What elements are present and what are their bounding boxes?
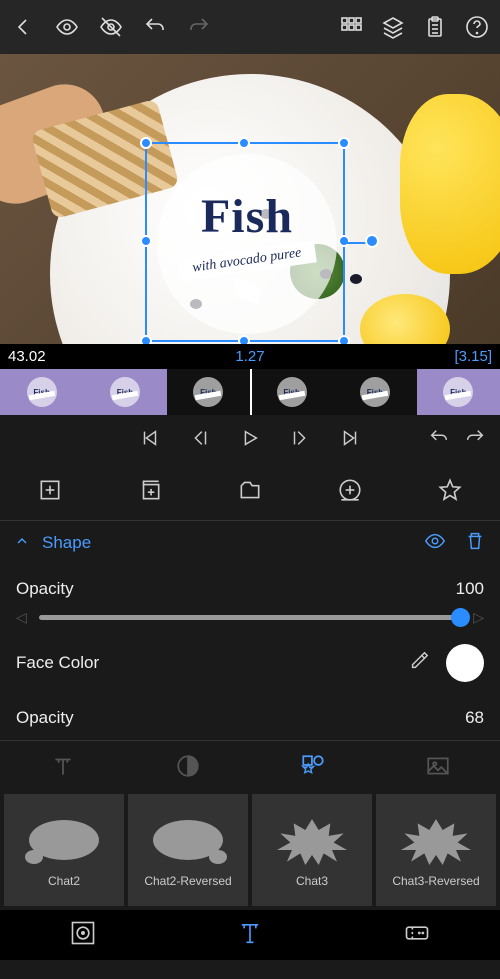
shape-section-header[interactable]: Shape (0, 521, 500, 565)
overlay-subtitle: with avocado puree (177, 240, 317, 281)
add-stack-button[interactable] (137, 477, 163, 508)
redo-small-button[interactable] (464, 427, 486, 454)
skip-start-button[interactable] (139, 427, 161, 454)
eyedropper-button[interactable] (408, 650, 430, 677)
layers-icon[interactable] (380, 14, 406, 40)
text-tool[interactable] (236, 919, 264, 952)
image-tab[interactable] (375, 741, 500, 790)
ticket-tool[interactable] (403, 919, 431, 952)
shapes-tab[interactable] (250, 741, 375, 790)
grid-icon[interactable] (338, 14, 364, 40)
face-opacity-value: 68 (465, 708, 484, 728)
folder-button[interactable] (237, 477, 263, 508)
frame-back-button[interactable] (189, 427, 211, 454)
opacity-slider[interactable] (39, 615, 461, 620)
property-tabs (0, 740, 500, 790)
preview-canvas[interactable]: Fish with avocado puree (0, 54, 500, 344)
contrast-tab[interactable] (125, 741, 250, 790)
bottom-nav (0, 910, 500, 960)
opacity-row: Opacity 100 ◁ ▷ (0, 565, 500, 632)
color-swatch[interactable] (446, 644, 484, 682)
top-toolbar (0, 0, 500, 54)
opacity-label: Opacity (16, 579, 74, 599)
face-color-label: Face Color (16, 653, 99, 673)
resize-handle-bl[interactable] (140, 335, 152, 344)
timeline[interactable]: Fish Fish Fish Fish Fish Fish (0, 369, 500, 415)
add-button[interactable] (37, 477, 63, 508)
resize-handle-br[interactable] (338, 335, 350, 344)
slider-thumb[interactable] (451, 608, 470, 627)
visibility-toggle[interactable] (424, 530, 446, 557)
star-button[interactable] (437, 477, 463, 508)
undo-small-button[interactable] (428, 427, 450, 454)
shape-label: Chat3 (296, 874, 328, 888)
clipboard-icon[interactable] (422, 14, 448, 40)
section-title: Shape (42, 533, 91, 553)
playback-controls (0, 415, 500, 465)
delete-button[interactable] (464, 530, 486, 557)
timeline-clip[interactable]: Fish (167, 369, 250, 415)
shape-label: Chat2 (48, 874, 80, 888)
frame-forward-button[interactable] (289, 427, 311, 454)
shape-overlay[interactable]: Fish with avocado puree (157, 154, 337, 334)
chevron-up-icon (14, 533, 30, 554)
add-circle-button[interactable] (337, 477, 363, 508)
help-icon[interactable] (464, 14, 490, 40)
resize-handle-ml[interactable] (140, 235, 152, 247)
timeline-clip[interactable]: Fish (333, 369, 416, 415)
rotate-line (343, 242, 367, 244)
slider-decrease[interactable]: ◁ (16, 609, 27, 626)
face-opacity-label: Opacity (16, 708, 74, 728)
timeline-clip[interactable]: Fish (250, 369, 333, 415)
timeline-clip[interactable]: Fish (417, 369, 500, 415)
timecode-current: 1.27 (235, 348, 264, 365)
resize-handle-mr[interactable] (338, 235, 350, 247)
resize-handle-tl[interactable] (140, 137, 152, 149)
selection-box[interactable]: Fish with avocado puree (145, 142, 345, 342)
target-tool[interactable] (69, 919, 97, 952)
undo-button[interactable] (142, 14, 168, 40)
opacity-value: 100 (456, 579, 484, 599)
text-tab[interactable] (0, 741, 125, 790)
slider-increase[interactable]: ▷ (473, 609, 484, 626)
overlay-title: Fish (201, 189, 293, 244)
timeline-clip[interactable]: Fish (83, 369, 166, 415)
resize-handle-bm[interactable] (238, 335, 250, 344)
leaf-icon (231, 277, 263, 303)
shape-chat2-reversed[interactable]: Chat2-Reversed (128, 794, 248, 906)
hidden-icon[interactable] (98, 14, 124, 40)
redo-button[interactable] (186, 14, 212, 40)
playhead[interactable] (250, 369, 252, 415)
timecode-total: 43.02 (8, 348, 46, 365)
shape-picker: Chat2 Chat2-Reversed Chat3 Chat3-Reverse… (0, 790, 500, 910)
shape-label: Chat3-Reversed (392, 874, 479, 888)
shape-chat2[interactable]: Chat2 (4, 794, 124, 906)
timecode-clip: [3.15] (454, 348, 492, 365)
timecode-bar: 43.02 1.27 [3.15] (0, 344, 500, 369)
resize-handle-tm[interactable] (238, 137, 250, 149)
timeline-clip[interactable]: Fish (0, 369, 83, 415)
shape-chat3-reversed[interactable]: Chat3-Reversed (376, 794, 496, 906)
rotate-handle[interactable] (365, 234, 379, 248)
face-opacity-row: Opacity 68 (0, 694, 500, 740)
back-button[interactable] (10, 14, 36, 40)
face-color-row: Face Color (0, 632, 500, 694)
edit-toolbar (0, 465, 500, 521)
shape-label: Chat2-Reversed (144, 874, 231, 888)
shape-chat3[interactable]: Chat3 (252, 794, 372, 906)
visible-icon[interactable] (54, 14, 80, 40)
resize-handle-tr[interactable] (338, 137, 350, 149)
play-button[interactable] (239, 427, 261, 454)
skip-end-button[interactable] (339, 427, 361, 454)
